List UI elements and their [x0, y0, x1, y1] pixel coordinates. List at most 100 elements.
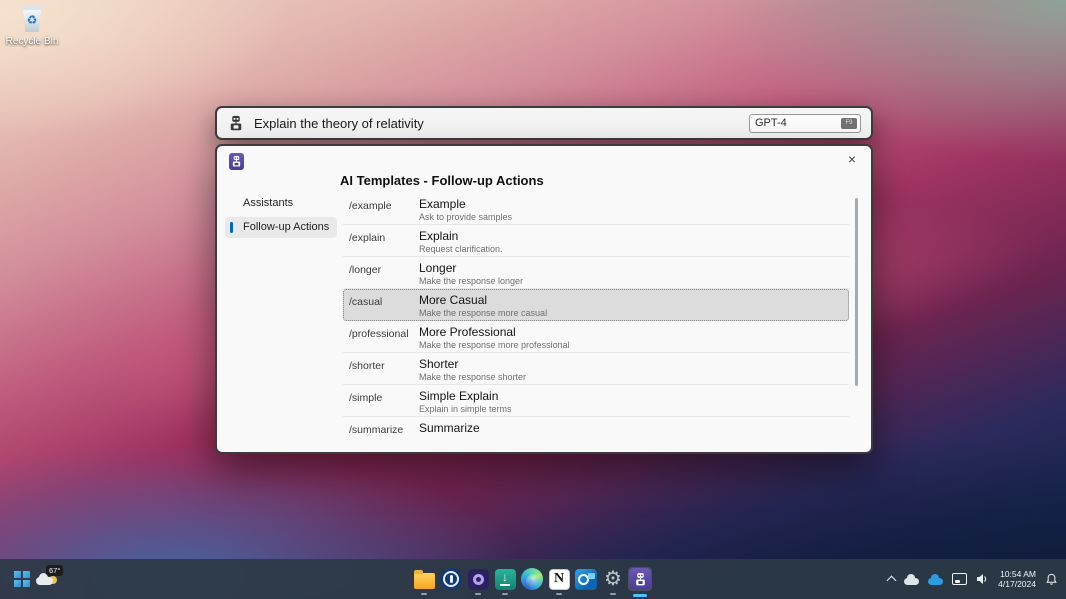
- template-name: Explain: [419, 230, 841, 243]
- app-robot-icon: [229, 153, 244, 170]
- prompt-bar: Explain the theory of relativity GPT-4 F…: [215, 106, 873, 140]
- clock-date: 4/17/2024: [998, 579, 1036, 589]
- sidebar-item-label: Follow-up Actions: [243, 221, 329, 233]
- model-shortcut-badge: F9: [841, 118, 857, 129]
- dialog-sidebar: Assistants Follow-up Actions: [225, 193, 337, 241]
- taskbar-item-notion[interactable]: N: [547, 567, 571, 591]
- template-command: /longer: [349, 262, 419, 288]
- template-description: Make the response longer: [419, 276, 841, 287]
- template-name: Shorter: [419, 358, 841, 371]
- template-name: Simple Explain: [419, 390, 841, 403]
- download-tray-bar: [500, 584, 510, 586]
- start-button[interactable]: [14, 571, 30, 587]
- template-row[interactable]: /longer Longer Make the response longer: [343, 257, 849, 289]
- template-description: Make the response shorter: [419, 372, 841, 383]
- template-command: /shorter: [349, 358, 419, 384]
- template-text-block: More Casual Make the response more casua…: [419, 294, 841, 320]
- downloads-icon: ↓: [495, 569, 516, 590]
- start-pane: [23, 571, 30, 578]
- ai-templates-dialog: × AI Templates - Follow-up Actions Assis…: [215, 144, 873, 454]
- template-row[interactable]: /example Example Ask to provide samples: [343, 193, 849, 225]
- robot-icon: [227, 114, 245, 132]
- template-row[interactable]: /professional More Professional Make the…: [343, 321, 849, 353]
- clock-time: 10:54 AM: [998, 569, 1036, 579]
- 1password-icon: [440, 568, 462, 590]
- template-list: /example Example Ask to provide samples …: [343, 193, 849, 436]
- clipchamp-icon: [468, 569, 489, 590]
- template-text-block: Simple Explain Explain in simple terms: [419, 390, 841, 416]
- weather-temperature: 67°: [46, 565, 63, 576]
- template-description: Request clarification.: [419, 244, 841, 255]
- weather-widget[interactable]: 67°: [36, 569, 66, 591]
- template-description: Make the response more casual: [419, 308, 841, 319]
- template-text-block: Shorter Make the response shorter: [419, 358, 841, 384]
- template-row[interactable]: /explain Explain Request clarification.: [343, 225, 849, 257]
- taskbar-app-icons: ↓ N ⚙: [412, 567, 652, 591]
- template-command: /casual: [349, 294, 419, 320]
- taskbar-item-settings[interactable]: ⚙: [601, 567, 625, 591]
- speaker-icon[interactable]: [976, 573, 989, 585]
- taskbar-clock[interactable]: 10:54 AM 4/17/2024: [998, 569, 1036, 589]
- edge-browser-icon: [521, 568, 543, 590]
- cloud-icon: [36, 577, 53, 585]
- cloud-sync-blue-icon[interactable]: [928, 578, 943, 585]
- template-command: /professional: [349, 326, 419, 352]
- recycle-bin-label: Recycle Bin: [4, 36, 60, 47]
- start-pane: [14, 580, 21, 587]
- template-row[interactable]: /summarize Summarize: [343, 417, 849, 436]
- template-description: Make the response more professional: [419, 340, 841, 351]
- download-arrow-glyph: ↓: [502, 572, 508, 583]
- model-selector-value: GPT-4: [755, 117, 841, 129]
- taskbar-item-1password[interactable]: [439, 567, 463, 591]
- recycle-bin-shortcut[interactable]: ♻ Recycle Bin: [4, 6, 60, 47]
- template-text-block: Summarize: [419, 422, 841, 436]
- taskbar: 67° ↓ N ⚙: [0, 559, 1066, 599]
- template-command: /example: [349, 198, 419, 224]
- notion-icon: N: [549, 569, 570, 590]
- sidebar-item[interactable]: Assistants: [225, 193, 337, 214]
- template-name: Example: [419, 198, 841, 211]
- recycle-arrows-glyph: ♻: [20, 14, 44, 26]
- template-name: More Professional: [419, 326, 841, 339]
- file-explorer-icon: [414, 573, 435, 589]
- taskbar-item-ai-assistant[interactable]: [628, 567, 652, 591]
- prompt-input[interactable]: Explain the theory of relativity: [254, 116, 740, 131]
- template-text-block: More Professional Make the response more…: [419, 326, 841, 352]
- start-pane: [14, 571, 21, 578]
- taskbar-item-downloads[interactable]: ↓: [493, 567, 517, 591]
- template-command: /summarize: [349, 422, 419, 436]
- template-command: /simple: [349, 390, 419, 416]
- close-icon[interactable]: ×: [843, 150, 861, 168]
- sidebar-item-label: Assistants: [243, 197, 293, 209]
- onedrive-cloud-icon[interactable]: [904, 578, 919, 585]
- template-name: More Casual: [419, 294, 841, 307]
- model-selector[interactable]: GPT-4 F9: [749, 114, 861, 133]
- notification-bell-icon[interactable]: [1045, 573, 1058, 586]
- template-description: Ask to provide samples: [419, 212, 841, 223]
- taskbar-item-edge[interactable]: [520, 567, 544, 591]
- settings-gear-icon: ⚙: [604, 568, 622, 590]
- sidebar-item[interactable]: Follow-up Actions: [225, 217, 337, 238]
- template-command: /explain: [349, 230, 419, 256]
- template-text-block: Longer Make the response longer: [419, 262, 841, 288]
- system-tray: 10:54 AM 4/17/2024: [888, 559, 1058, 599]
- template-row[interactable]: /casual More Casual Make the response mo…: [343, 289, 849, 321]
- template-row[interactable]: /simple Simple Explain Explain in simple…: [343, 385, 849, 417]
- start-pane: [23, 580, 30, 587]
- template-row[interactable]: /shorter Shorter Make the response short…: [343, 353, 849, 385]
- recycle-bin-lid: [22, 6, 42, 9]
- cast-display-icon[interactable]: [952, 573, 967, 585]
- template-name: Longer: [419, 262, 841, 275]
- chevron-up-icon[interactable]: [887, 576, 897, 586]
- scrollbar[interactable]: [855, 198, 858, 386]
- template-text-block: Explain Request clarification.: [419, 230, 841, 256]
- template-name: Summarize: [419, 422, 841, 435]
- ai-assistant-icon: [629, 568, 651, 590]
- outlook-icon: [575, 569, 597, 590]
- recycle-bin-icon: ♻: [20, 6, 44, 34]
- dialog-title: AI Templates - Follow-up Actions: [340, 173, 544, 188]
- taskbar-item-file-explorer[interactable]: [412, 567, 436, 591]
- template-text-block: Example Ask to provide samples: [419, 198, 841, 224]
- taskbar-item-outlook[interactable]: [574, 567, 598, 591]
- taskbar-item-clipchamp[interactable]: [466, 567, 490, 591]
